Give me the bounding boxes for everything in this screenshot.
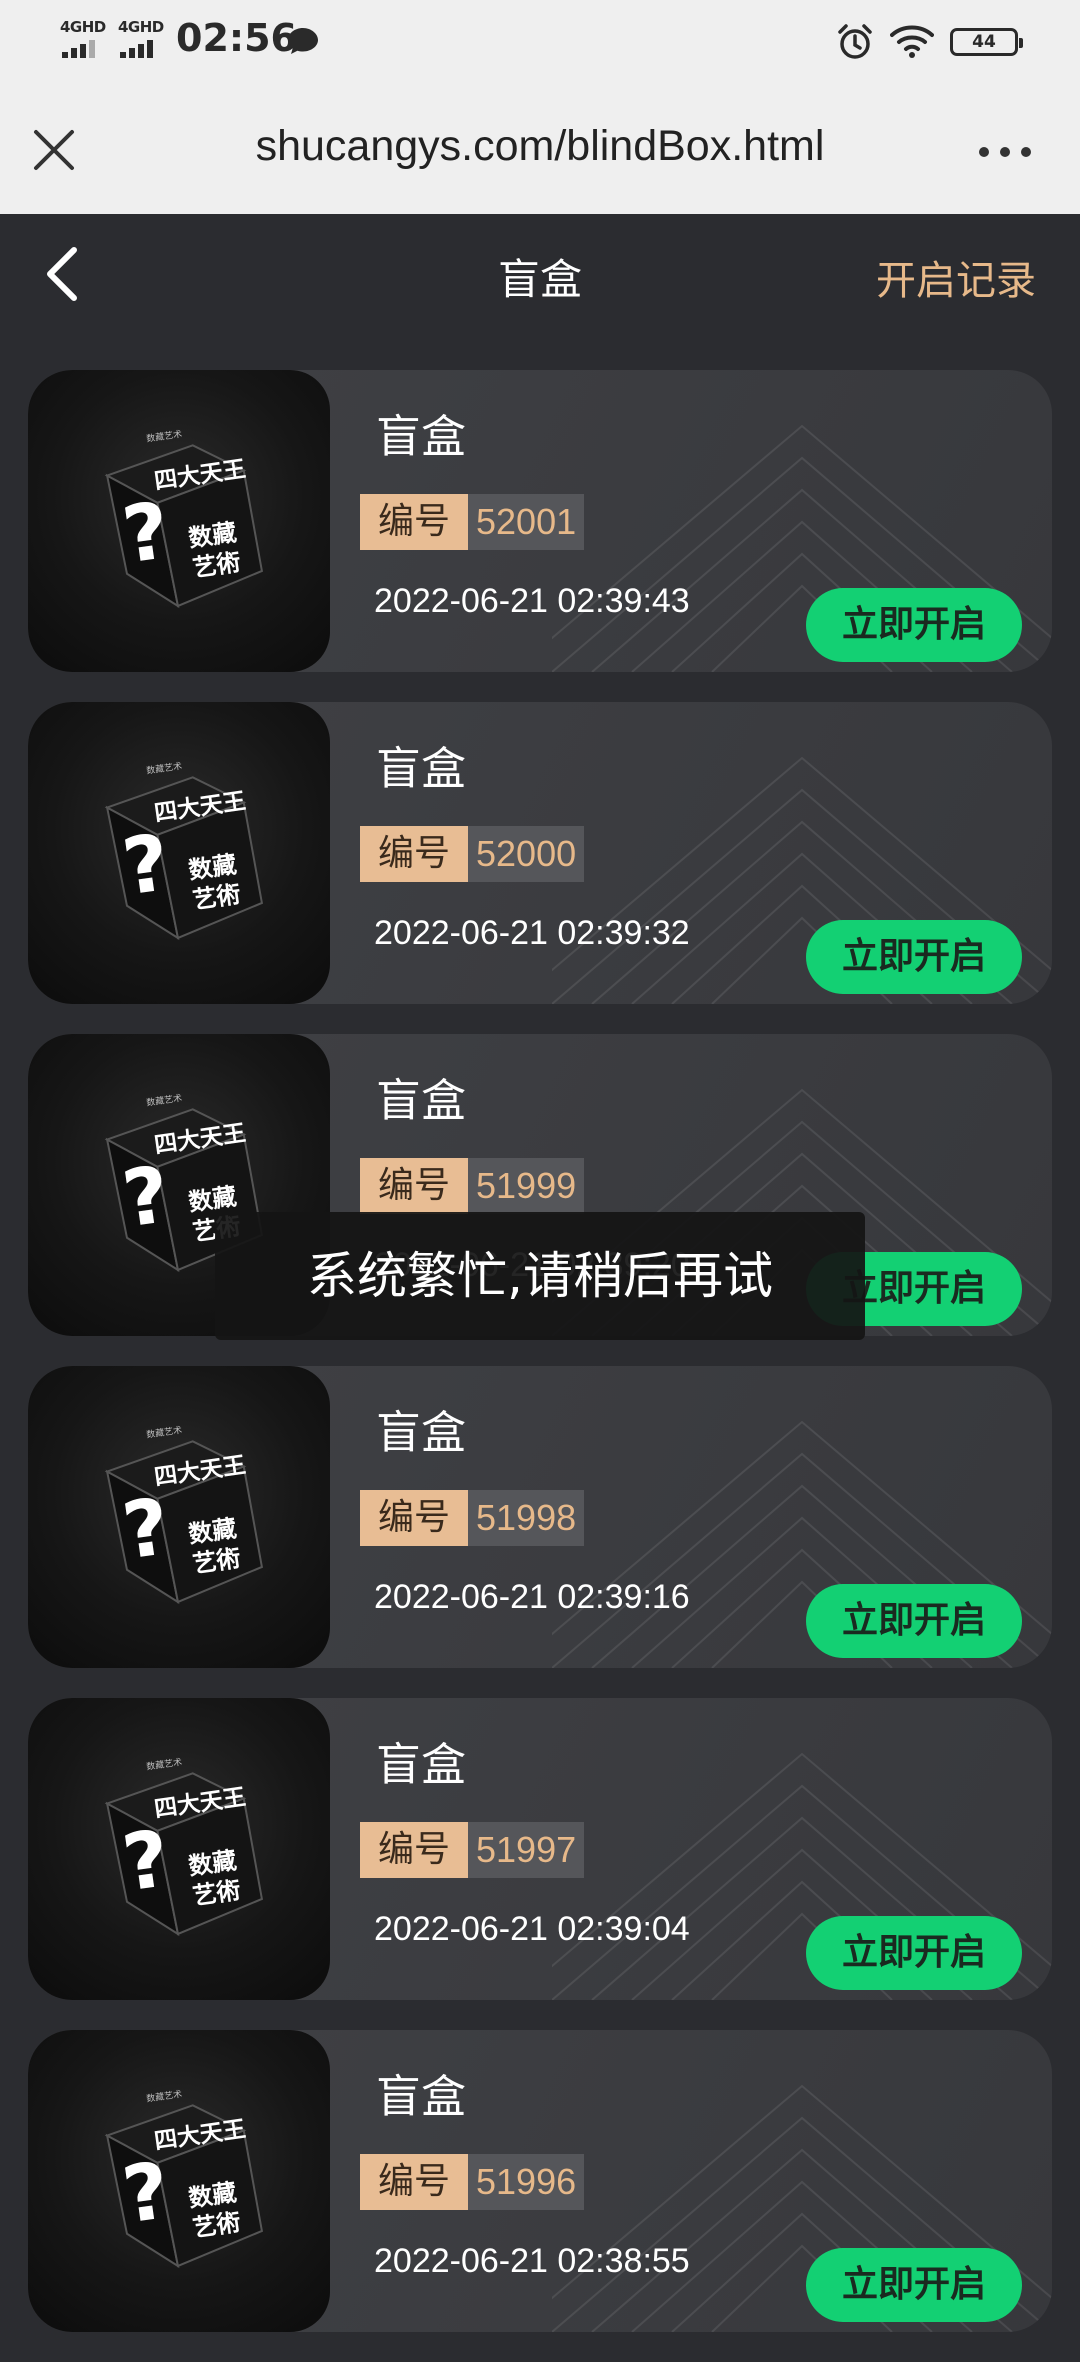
serial-label: 编号: [360, 1490, 469, 1546]
serial-number: 编号 51999: [360, 1158, 585, 1214]
alarm-icon: [838, 24, 872, 59]
cellular-signal-icon: 4GHD: [118, 18, 168, 60]
blind-box-list: 数藏艺术 ? 四大天王 数藏 艺術 盲盒 编号 52001 2022-06-21…: [28, 370, 1052, 2362]
chat-notification-icon: [288, 28, 318, 54]
blind-box-thumbnail[interactable]: 数藏艺术 ? 四大天王 数藏 艺術: [28, 1698, 330, 2000]
blind-box-thumbnail[interactable]: 数藏艺术 ? 四大天王 数藏 艺術: [28, 2030, 330, 2332]
card-date: 2022-06-21 02:39:32: [374, 914, 690, 952]
serial-value: 51996: [468, 2154, 585, 2210]
blind-box-card: 数藏艺术 ? 四大天王 数藏 艺術 盲盒 编号 52001 2022-06-21…: [28, 370, 1052, 672]
card-title: 盲盒: [376, 410, 467, 463]
thumb-top-text: 数藏艺术: [146, 1756, 183, 1773]
card-title: 盲盒: [376, 1406, 467, 1459]
blind-box-card: 数藏艺术 ? 四大天王 数藏 艺術 盲盒 编号 51996 2022-06-21…: [28, 2030, 1052, 2332]
battery-icon: 44: [950, 28, 1023, 56]
close-icon[interactable]: [32, 128, 76, 172]
card-date: 2022-06-21 02:39:16: [374, 1578, 690, 1616]
app-header: 盲盒 开启记录: [0, 214, 1080, 340]
blind-box-thumbnail[interactable]: 数藏艺术 ? 四大天王 数藏 艺術: [28, 702, 330, 1004]
battery-level: 44: [972, 32, 996, 52]
serial-label: 编号: [360, 2154, 469, 2210]
open-now-button[interactable]: 立即开启: [806, 588, 1022, 662]
card-title: 盲盒: [376, 1074, 467, 1127]
card-date: 2022-06-21 02:38:55: [374, 2242, 690, 2280]
serial-label: 编号: [360, 1822, 469, 1878]
thumb-top-text: 数藏艺术: [146, 760, 183, 777]
serial-label: 编号: [360, 1158, 469, 1214]
card-title: 盲盒: [376, 1738, 467, 1791]
signal-label: 4GHD: [60, 18, 106, 36]
serial-number: 编号 52000: [360, 826, 585, 882]
cellular-signal-icon: 4GHD: [60, 18, 110, 60]
card-title: 盲盒: [376, 742, 467, 795]
thumb-top-text: 数藏艺术: [146, 2088, 183, 2105]
card-title: 盲盒: [376, 2070, 467, 2123]
blind-box-thumbnail[interactable]: 数藏艺术 ? 四大天王 数藏 艺術: [28, 1366, 330, 1668]
serial-value: 51998: [468, 1490, 585, 1546]
open-now-button[interactable]: 立即开启: [806, 920, 1022, 994]
serial-number: 编号 52001: [360, 494, 585, 550]
serial-value: 52000: [468, 826, 585, 882]
serial-number: 编号 51996: [360, 2154, 585, 2210]
open-now-button[interactable]: 立即开启: [806, 1916, 1022, 1990]
url-text[interactable]: shucangys.com/blindBox.html: [90, 122, 990, 171]
serial-label: 编号: [360, 826, 469, 882]
status-bar: 4GHD 4GHD 02:56 44: [0, 0, 1080, 86]
serial-value: 51999: [468, 1158, 585, 1214]
card-date: 2022-06-21 02:39:43: [374, 582, 690, 620]
wifi-icon: [890, 25, 934, 58]
card-date: 2022-06-21 02:39:04: [374, 1910, 690, 1948]
signal-label: 4GHD: [118, 18, 164, 36]
blind-box-card: 数藏艺术 ? 四大天王 数藏 艺術 盲盒 编号 51998 2022-06-21…: [28, 1366, 1052, 1668]
blind-box-card: 数藏艺术 ? 四大天王 数藏 艺術 盲盒 编号 51997 2022-06-21…: [28, 1698, 1052, 2000]
serial-value: 52001: [468, 494, 585, 550]
serial-label: 编号: [360, 494, 469, 550]
browser-url-bar: shucangys.com/blindBox.html: [0, 86, 1080, 214]
status-time: 02:56: [176, 16, 297, 60]
blind-box-thumbnail[interactable]: 数藏艺术 ? 四大天王 数藏 艺術: [28, 370, 330, 672]
thumb-top-text: 数藏艺术: [146, 1092, 183, 1109]
toast-message: 系统繁忙,请稍后再试: [215, 1212, 865, 1340]
blind-box-card: 数藏艺术 ? 四大天王 数藏 艺術 盲盒 编号 52000 2022-06-21…: [28, 702, 1052, 1004]
open-now-button[interactable]: 立即开启: [806, 1584, 1022, 1658]
thumb-top-text: 数藏艺术: [146, 428, 183, 445]
serial-value: 51997: [468, 1822, 585, 1878]
thumb-top-text: 数藏艺术: [146, 1424, 183, 1441]
open-now-button[interactable]: 立即开启: [806, 2248, 1022, 2322]
serial-number: 编号 51997: [360, 1822, 585, 1878]
open-history-link[interactable]: 开启记录: [876, 248, 1036, 306]
more-options-icon[interactable]: [978, 146, 1032, 158]
serial-number: 编号 51998: [360, 1490, 585, 1546]
